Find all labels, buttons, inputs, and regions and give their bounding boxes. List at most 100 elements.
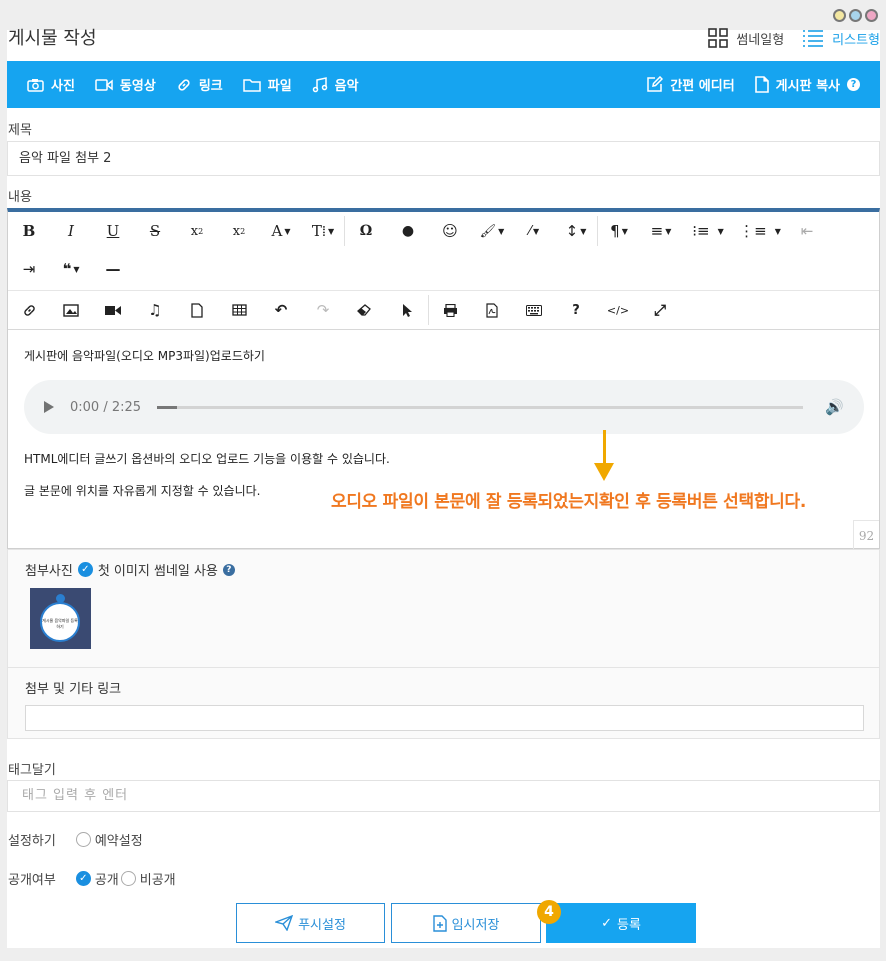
outdent-button[interactable]: ⇤ [786, 216, 828, 246]
select-pointer-icon[interactable] [386, 295, 428, 325]
folder-icon [242, 78, 261, 92]
thumbnail-caption: 게시물 음악파일 등록하기 [42, 618, 78, 629]
eraser-icon[interactable] [344, 295, 386, 325]
magic-wand-button[interactable]: ⁄ ▼ [513, 216, 555, 246]
horizontal-line-button[interactable]: — [92, 254, 134, 284]
thumbnail-badge: 게시물 음악파일 등록하기 [40, 602, 80, 642]
simple-editor-button[interactable]: 간편 에디터 [646, 75, 735, 94]
submit-button[interactable]: ✓ 등록 [546, 903, 696, 943]
emoji-icon[interactable]: ☺ [429, 216, 471, 246]
underline-button[interactable]: U [92, 216, 134, 246]
volume-icon[interactable]: 🔊 [825, 398, 844, 416]
undo-icon[interactable]: ↶ [260, 295, 302, 325]
ordered-list-button[interactable]: ⁝≡ ▼ [682, 216, 734, 246]
tag-input[interactable]: 태그 입력 후 엔터 [7, 780, 880, 812]
italic-button[interactable]: I [50, 216, 92, 246]
visibility-row: 공개여부 ✓ 공개 비공개 [8, 869, 178, 888]
paint-brush-button[interactable]: 🖌 ▼ [471, 216, 513, 246]
checkbox-checked-icon[interactable]: ✓ [77, 562, 93, 577]
content-label: 내용 [8, 190, 32, 205]
list-view-label: 리스트형 [832, 32, 880, 48]
insert-table-icon[interactable] [218, 295, 260, 325]
add-photo-button[interactable]: 사진 [27, 75, 75, 94]
add-file-button[interactable]: 파일 [242, 75, 292, 94]
annotation-arrow-shaft [603, 430, 606, 466]
blue-dot-icon[interactable] [849, 9, 862, 22]
list-view-button[interactable]: 리스트형 [802, 29, 880, 48]
add-video-button[interactable]: 동영상 [95, 75, 156, 94]
align-button[interactable]: ≡ ▼ [640, 216, 682, 246]
thumbnail-view-button[interactable]: 썸네일형 [708, 28, 784, 48]
step-badge: 4 [537, 900, 561, 924]
line-height-button[interactable]: ↕ ▼ [555, 216, 597, 246]
attachment-toolbar: 사진 동영상 링크 파일 음악 간편 에디터 게시판 복사 ? [7, 61, 880, 108]
list-icon [803, 30, 824, 47]
document-add-icon [432, 914, 447, 932]
file-label: 파일 [267, 79, 292, 94]
attach-link-label: 첨부 및 기타 링크 [25, 682, 122, 697]
public-radio-checked-icon[interactable]: ✓ [75, 871, 91, 886]
code-view-icon[interactable]: </> [597, 295, 639, 325]
keyboard-icon[interactable] [513, 295, 555, 325]
paragraph-button[interactable]: ¶ ▼ [598, 216, 640, 246]
fullscreen-icon[interactable]: ⤢ [639, 295, 681, 325]
font-size-button[interactable]: T⁞ ▼ [302, 216, 344, 246]
grid-icon [708, 28, 729, 48]
window-controls [833, 9, 878, 22]
visibility-label: 공개여부 [8, 873, 56, 888]
insert-image-icon[interactable] [50, 295, 92, 325]
attached-photo-label: 첨부사진 [25, 564, 73, 579]
help-icon[interactable]: ? [555, 295, 597, 325]
view-toggle: 썸네일형 리스트형 [708, 28, 880, 48]
photo-label: 사진 [51, 79, 75, 94]
editor-line-1[interactable]: 게시판에 음악파일(오디오 MP3파일)업로드하기 [24, 347, 874, 364]
attach-link-input[interactable] [25, 705, 864, 731]
copy-board-label: 게시판 복사 [775, 79, 840, 94]
font-color-button[interactable]: A ▼ [260, 216, 302, 246]
settings-label: 설정하기 [8, 834, 56, 849]
redo-icon[interactable]: ↷ [302, 295, 344, 325]
simple-editor-label: 간편 에디터 [670, 79, 735, 94]
indent-button[interactable]: ⇥ [8, 254, 50, 284]
insert-audio-icon[interactable]: ♫ [134, 295, 176, 325]
title-label: 제목 [8, 123, 32, 138]
push-settings-button[interactable]: 푸시설정 [236, 903, 385, 943]
special-char-button[interactable]: Ω [345, 216, 387, 246]
private-radio[interactable] [120, 871, 136, 886]
yellow-dot-icon[interactable] [833, 9, 846, 22]
attached-image-thumbnail[interactable]: 게시물 음악파일 등록하기 [30, 588, 91, 649]
superscript-button[interactable]: x2 [218, 216, 260, 246]
music-note-icon [312, 76, 327, 92]
pink-dot-icon[interactable] [865, 9, 878, 22]
print-icon[interactable] [429, 295, 471, 325]
character-counter: 92 [853, 520, 879, 550]
subscript-button[interactable]: x2 [176, 216, 218, 246]
unordered-list-button[interactable]: ⋮≡ ▼ [734, 216, 786, 246]
strikethrough-button[interactable]: S [134, 216, 176, 246]
add-link-button[interactable]: 링크 [176, 75, 223, 94]
pdf-icon[interactable] [471, 295, 513, 325]
ink-drop-icon[interactable]: ● [387, 216, 429, 246]
insert-file-icon[interactable] [176, 295, 218, 325]
help-icon[interactable]: ? [222, 563, 235, 576]
audio-time: 0:00 / 2:25 [70, 399, 142, 415]
link-label: 링크 [198, 79, 223, 94]
bold-button[interactable]: B [8, 216, 50, 246]
editor-line-2[interactable]: HTML에디터 글쓰기 옵션바의 오디오 업로드 기능을 이용할 수 있습니다. [24, 450, 874, 467]
add-music-button[interactable]: 음악 [312, 75, 359, 94]
insert-link-icon[interactable] [8, 295, 50, 325]
insert-video-icon[interactable] [92, 295, 134, 325]
save-draft-button[interactable]: 임시저장 [391, 903, 541, 943]
quote-button[interactable]: ❝ ▼ [50, 254, 92, 284]
reserve-radio[interactable] [75, 832, 91, 847]
video-label: 동영상 [119, 79, 156, 94]
pin-icon [56, 594, 65, 603]
title-input[interactable]: 음악 파일 첨부 2 [7, 141, 880, 176]
editor-toolbar-row-1: B I U S x2 x2 A ▼ T⁞ ▼ Ω ● ☺ 🖌 ▼ ⁄ ▼ ↕ ▼ ¶ ▼ ≡… [8, 212, 879, 250]
help-icon[interactable]: ? [847, 78, 860, 91]
audio-player[interactable]: 0:00 / 2:25 🔊 [24, 380, 864, 434]
play-icon[interactable] [44, 401, 54, 413]
copy-board-button[interactable]: 게시판 복사 ? [754, 75, 860, 94]
audio-progress-bar[interactable] [157, 405, 804, 409]
music-label: 음악 [334, 79, 359, 94]
